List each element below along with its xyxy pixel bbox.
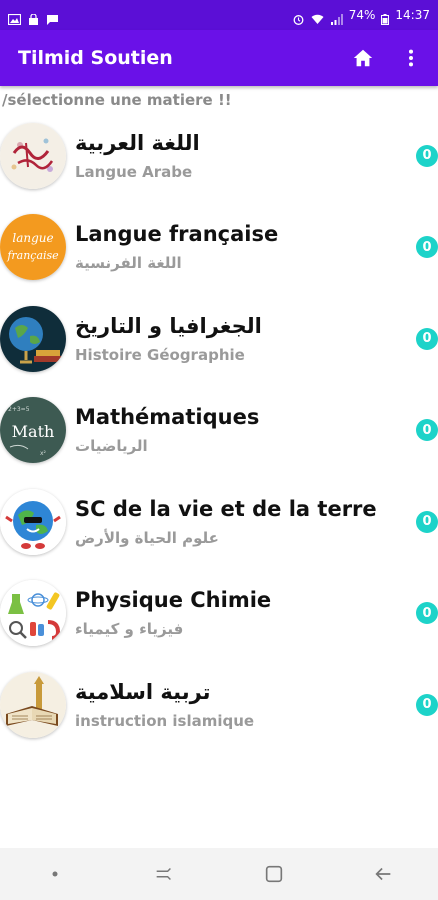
home-icon xyxy=(353,49,373,67)
subject-text: Mathématiques الرياضيات xyxy=(75,403,405,457)
system-nav-bar xyxy=(0,848,438,900)
home-nav-button[interactable] xyxy=(254,854,294,894)
more-vert-icon xyxy=(408,49,414,67)
subject-count-badge: 0 xyxy=(416,419,438,442)
subject-title: Mathématiques xyxy=(75,405,260,430)
subject-list: اللغة العربية Langue Arabe 0 langue fran… xyxy=(0,110,438,751)
globe-books-icon xyxy=(0,305,66,372)
recent-apps-button[interactable] xyxy=(144,854,184,894)
subject-subtitle: فيزياء و كيمياء xyxy=(75,620,184,639)
subject-count-badge: 0 xyxy=(416,144,438,167)
earth-character-icon xyxy=(0,488,66,555)
select-subject-prompt: /sélectionne une matiere !! xyxy=(2,91,232,109)
svg-text:2+3=5: 2+3=5 xyxy=(8,406,30,413)
subject-text: SC de la vie et de la terre علوم الحياة … xyxy=(75,495,405,549)
gallery-icon xyxy=(7,10,22,25)
subject-title: الجغرافيا و التاريخ xyxy=(75,313,262,338)
subject-title: Physique Chimie xyxy=(75,588,272,613)
svg-text:française: française xyxy=(6,249,59,262)
overflow-menu-button[interactable] xyxy=(398,45,424,71)
subject-subtitle: Histoire Géographie xyxy=(75,345,245,364)
app-bar-actions xyxy=(350,45,424,71)
subject-text: Physique Chimie فيزياء و كيمياء xyxy=(75,586,405,640)
subject-title: Langue française xyxy=(75,222,279,247)
back-button[interactable] xyxy=(363,854,403,894)
status-bar-right: 74% 14:37 xyxy=(292,8,430,25)
subject-title: SC de la vie et de la terre xyxy=(75,496,377,521)
subject-count-badge: 0 xyxy=(416,510,438,533)
subject-count-badge: 0 xyxy=(416,236,438,259)
subject-item-arabic[interactable]: اللغة العربية Langue Arabe 0 xyxy=(0,110,438,202)
subject-text: الجغرافيا و التاريخ Histoire Géographie xyxy=(75,312,405,366)
lock-icon xyxy=(27,10,40,25)
langue-francaise-icon: langue française xyxy=(0,214,66,281)
subject-item-history-geography[interactable]: الجغرافيا و التاريخ Histoire Géographie … xyxy=(0,293,438,385)
battery-percent: 74% xyxy=(348,8,376,22)
subject-count-badge: 0 xyxy=(416,327,438,350)
subject-item-life-earth-science[interactable]: SC de la vie et de la terre علوم الحياة … xyxy=(0,476,438,568)
status-bar-left xyxy=(7,10,59,25)
subject-item-math[interactable]: 2+3=5 x² Math Mathématiques الرياضيات 0 xyxy=(0,385,438,477)
subject-text: اللغة العربية Langue Arabe xyxy=(75,129,405,183)
back-arrow-icon xyxy=(375,867,391,881)
message-icon xyxy=(46,10,59,25)
recent-dot-icon xyxy=(52,871,58,877)
recent-apps-icon xyxy=(156,867,172,881)
subject-item-physics-chemistry[interactable]: Physique Chimie فيزياء و كيمياء 0 xyxy=(0,568,438,660)
svg-text:Math: Math xyxy=(12,422,55,441)
subject-text: تربية اسلامية instruction islamique xyxy=(75,678,405,732)
subject-item-islamic-education[interactable]: تربية اسلامية instruction islamique 0 xyxy=(0,659,438,751)
subject-subtitle: instruction islamique xyxy=(75,711,255,730)
app-title: Tilmid Soutien xyxy=(18,47,173,69)
subject-title: تربية اسلامية xyxy=(75,679,211,704)
subject-subtitle: اللغة الفرنسية xyxy=(75,254,182,273)
nav-dot-button[interactable] xyxy=(35,854,75,894)
alarm-icon xyxy=(292,10,305,25)
subject-count-badge: 0 xyxy=(416,602,438,625)
arabic-calligraphy-icon xyxy=(0,122,66,189)
battery-icon xyxy=(381,10,390,25)
home-square-icon xyxy=(265,865,282,883)
signal-icon xyxy=(330,10,343,25)
svg-text:x²: x² xyxy=(40,450,47,457)
subject-subtitle: علوم الحياة والأرض xyxy=(75,528,219,547)
status-bar: 74% 14:37 xyxy=(0,0,438,30)
subject-count-badge: 0 xyxy=(416,693,438,716)
subject-subtitle: الرياضيات xyxy=(75,437,148,456)
wifi-icon xyxy=(311,10,324,24)
subject-item-french[interactable]: langue française Langue française اللغة … xyxy=(0,202,438,294)
quran-book-icon xyxy=(0,671,66,738)
math-chalkboard-icon: 2+3=5 x² Math xyxy=(0,397,66,464)
subject-text: Langue française اللغة الفرنسية xyxy=(75,220,405,274)
home-button[interactable] xyxy=(350,45,376,71)
clock: 14:37 xyxy=(395,8,430,22)
app-bar: Tilmid Soutien xyxy=(0,30,438,86)
science-tools-icon xyxy=(0,580,66,647)
app-screen: 74% 14:37 Tilmid Soutien /sélectionne un… xyxy=(0,0,438,900)
subject-title: اللغة العربية xyxy=(75,130,200,155)
subject-subtitle: Langue Arabe xyxy=(75,162,193,181)
svg-text:langue: langue xyxy=(12,231,53,245)
